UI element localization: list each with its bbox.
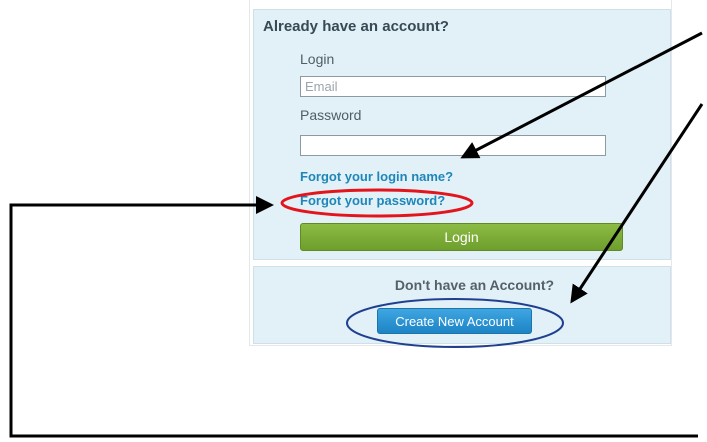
login-panel: Already have an account? Login Password … (253, 9, 671, 260)
signup-panel: Don't have an Account? Create New Accoun… (253, 266, 671, 344)
login-panel-title: Already have an account? (263, 18, 449, 35)
signup-question: Don't have an Account? (394, 277, 555, 293)
create-account-button[interactable]: Create New Account (377, 308, 532, 334)
password-label: Password (300, 107, 362, 123)
password-input[interactable] (300, 135, 606, 156)
login-label: Login (300, 51, 335, 67)
forgot-login-name-link[interactable]: Forgot your login name? (300, 169, 453, 184)
forgot-password-link[interactable]: Forgot your password? (300, 193, 445, 208)
login-button[interactable]: Login (300, 223, 623, 251)
email-input[interactable] (300, 76, 606, 97)
